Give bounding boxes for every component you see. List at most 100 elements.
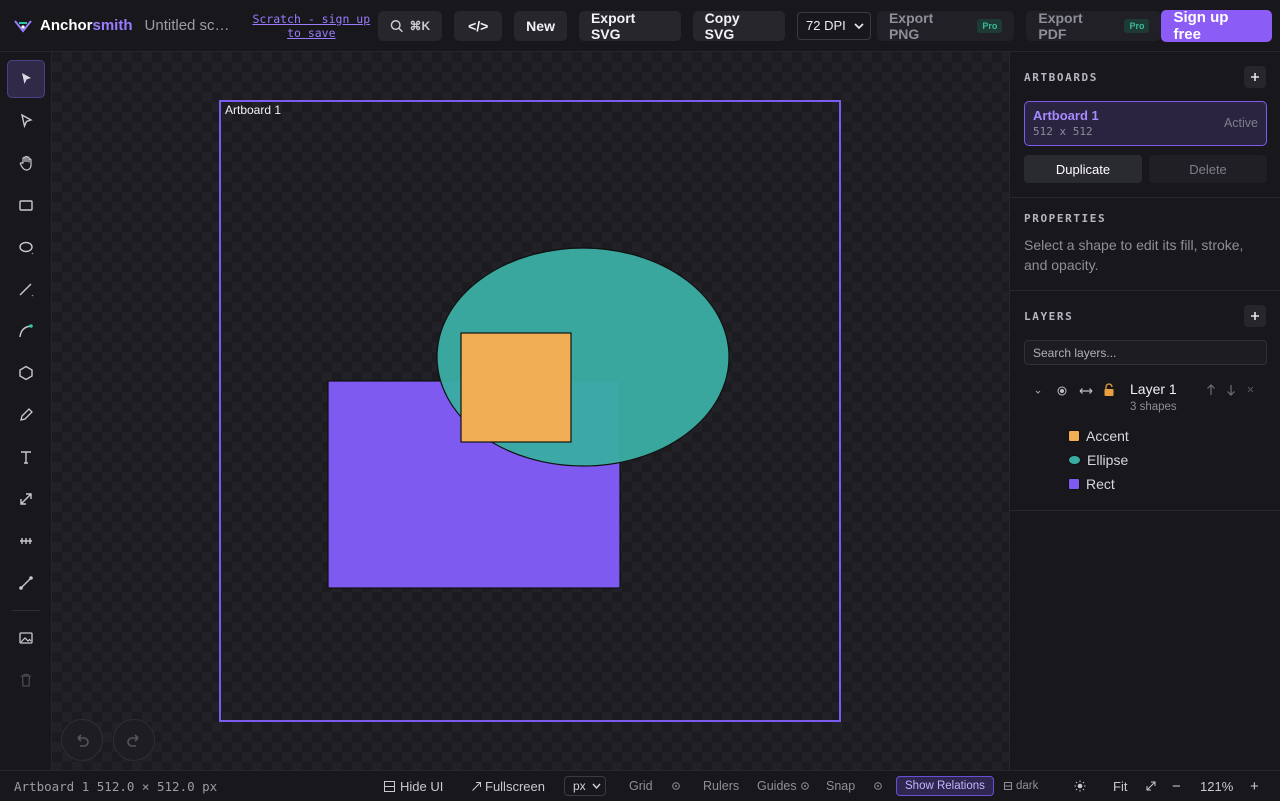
- units-value: px: [573, 779, 586, 793]
- artboard-info: Artboard 1 512.0 × 512.0 px: [14, 778, 218, 794]
- layer-shape-count: 3 shapes: [1130, 401, 1177, 413]
- dpi-select[interactable]: 72 DPI: [797, 11, 871, 40]
- image-icon: [19, 632, 33, 644]
- layer-item-label: Accent: [1086, 428, 1129, 444]
- scratch-signup-link[interactable]: Scratch - sign up to save: [244, 12, 378, 40]
- expand-icon[interactable]: [1146, 781, 1156, 791]
- chevron-down-icon: [854, 22, 864, 29]
- distribute-icon: [20, 538, 32, 544]
- resize-diagonal-icon: [20, 493, 32, 505]
- hexagon-icon: [19, 365, 33, 381]
- layer-row[interactable]: Layer 1 3 shapes: [1024, 379, 1267, 419]
- artboard-card[interactable]: Artboard 1 512 x 512 Active: [1024, 101, 1267, 146]
- export-png-button[interactable]: Export PNG Pro: [876, 9, 1015, 42]
- ellipse-icon: [19, 241, 34, 255]
- snap-toggle[interactable]: Snap: [826, 771, 855, 801]
- duplicate-artboard-button[interactable]: Duplicate: [1024, 155, 1142, 183]
- new-button[interactable]: New: [514, 10, 567, 41]
- scale-tool[interactable]: [7, 480, 45, 518]
- line-icon: [19, 283, 34, 297]
- hand-tool[interactable]: [7, 144, 45, 182]
- distribute-tool[interactable]: [7, 522, 45, 560]
- artboard-active-status: Active: [1223, 116, 1258, 130]
- app-logo[interactable]: Anchorsmith: [14, 17, 133, 34]
- redo-button[interactable]: [113, 719, 155, 761]
- show-relations-toggle[interactable]: Show Relations: [896, 776, 994, 796]
- pen-tool[interactable]: [7, 396, 45, 434]
- direct-select-tool[interactable]: [7, 102, 45, 140]
- sun-icon[interactable]: [1074, 780, 1086, 792]
- search-shortcut: ⌘K: [409, 18, 431, 33]
- layer-item-ellipse[interactable]: Ellipse: [1068, 450, 1128, 470]
- grid-toggle[interactable]: Grid: [629, 771, 653, 801]
- snap-settings-icon[interactable]: [874, 782, 882, 790]
- status-bar: Artboard 1 512.0 × 512.0 px Hide UI Full…: [0, 770, 1280, 800]
- document-title[interactable]: Untitled scratch: [145, 17, 233, 34]
- redo-icon: [127, 734, 139, 747]
- layer-item-rect[interactable]: Rect: [1068, 474, 1115, 494]
- ellipse-swatch: [1068, 455, 1081, 465]
- artboards-heading: ARTBOARDS: [1024, 71, 1099, 84]
- path-tool[interactable]: [7, 564, 45, 602]
- node-path-icon: [19, 576, 33, 590]
- horizontal-arrows-icon[interactable]: [1079, 386, 1093, 396]
- hide-ui-button[interactable]: Hide UI: [384, 771, 443, 801]
- units-select[interactable]: px: [564, 776, 606, 796]
- delete-tool[interactable]: [7, 661, 45, 699]
- fit-button[interactable]: Fit: [1113, 771, 1127, 801]
- layers-divider: [1010, 510, 1280, 511]
- layer-search-input[interactable]: Search layers...: [1024, 340, 1267, 365]
- zoom-in-button[interactable]: +: [1250, 771, 1259, 801]
- close-icon[interactable]: [1247, 386, 1254, 393]
- rulers-toggle[interactable]: Rulers: [703, 771, 739, 801]
- dpi-value: 72 DPI: [806, 18, 846, 33]
- image-tool[interactable]: [7, 619, 45, 657]
- ellipse-tool[interactable]: [7, 228, 45, 266]
- pro-badge: Pro: [1124, 18, 1150, 33]
- pen-icon: [20, 408, 33, 421]
- artboards-section: ARTBOARDS Artboard 1 512 x 512 Active Du…: [1010, 52, 1280, 198]
- logo-text-anchor: Anchor: [40, 17, 93, 34]
- pointer-arrow-icon: [22, 73, 31, 84]
- code-button[interactable]: </>: [454, 10, 503, 41]
- curve-icon: [19, 324, 33, 338]
- theme-label: dark: [1016, 780, 1039, 792]
- export-pdf-button[interactable]: Export PDF Pro: [1026, 9, 1162, 42]
- theme-toggle[interactable]: dark: [1004, 771, 1038, 801]
- accent-shape[interactable]: [460, 332, 572, 443]
- zoom-level[interactable]: 121%: [1200, 771, 1233, 801]
- collapse-caret-icon[interactable]: [1035, 389, 1041, 395]
- line-tool[interactable]: [7, 270, 45, 308]
- guides-toggle[interactable]: Guides: [757, 771, 809, 801]
- unlock-icon[interactable]: [1103, 383, 1115, 397]
- move-down-icon[interactable]: [1226, 384, 1236, 396]
- fullscreen-button[interactable]: Fullscreen: [472, 771, 545, 801]
- properties-heading: PROPERTIES: [1024, 212, 1107, 225]
- delete-artboard-button[interactable]: Delete: [1149, 155, 1267, 183]
- layer-item-accent[interactable]: Accent: [1068, 426, 1129, 446]
- add-artboard-button[interactable]: [1244, 66, 1266, 88]
- layer-name: Layer 1: [1130, 381, 1177, 397]
- logo-text-smith: smith: [92, 17, 133, 34]
- sign-up-button[interactable]: Sign up free: [1161, 9, 1273, 43]
- undo-button[interactable]: [61, 719, 103, 761]
- export-png-label: Export PNG: [888, 9, 934, 42]
- move-up-icon[interactable]: [1206, 384, 1216, 396]
- canvas-area[interactable]: Artboard 1: [52, 52, 1009, 770]
- polygon-tool[interactable]: [7, 354, 45, 392]
- chevron-down-icon: [592, 783, 601, 789]
- curve-tool[interactable]: [7, 312, 45, 350]
- text-tool[interactable]: [7, 438, 45, 476]
- export-pdf-label: Export PDF: [1038, 9, 1083, 42]
- select-tool[interactable]: [7, 60, 45, 98]
- expand-icon: [472, 781, 481, 791]
- visibility-icon[interactable]: [1057, 386, 1067, 396]
- zoom-out-button[interactable]: −: [1172, 771, 1181, 801]
- export-svg-button[interactable]: Export SVG: [578, 10, 681, 42]
- copy-svg-button[interactable]: Copy SVG: [692, 10, 786, 42]
- add-layer-button[interactable]: [1244, 305, 1266, 327]
- search-button[interactable]: ⌘K: [378, 10, 443, 41]
- guides-label: Guides: [757, 779, 797, 793]
- rectangle-tool[interactable]: [7, 186, 45, 224]
- grid-settings-icon[interactable]: [672, 782, 680, 790]
